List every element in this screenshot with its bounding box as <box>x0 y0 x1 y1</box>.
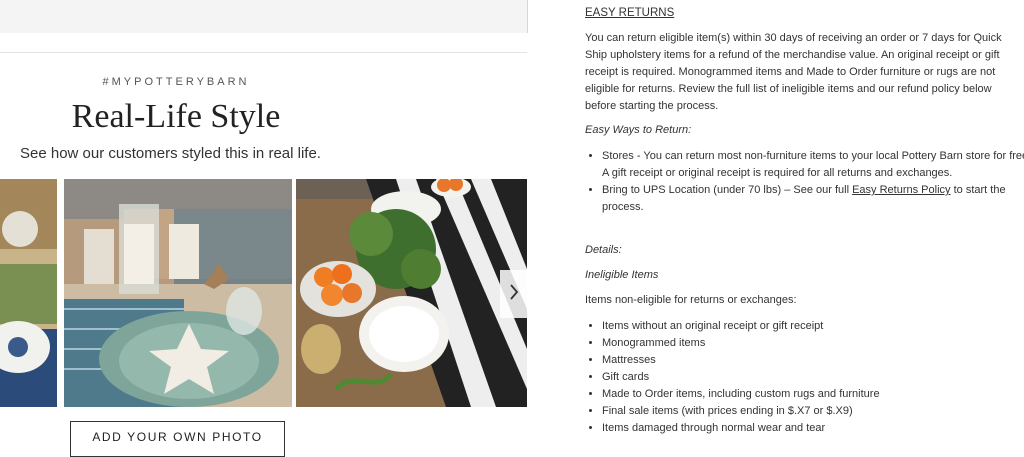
easy-returns-policy-link[interactable]: Easy Returns Policy <box>852 184 950 196</box>
list-item: Made to Order items, including custom ru… <box>602 386 1024 403</box>
carousel-next-button[interactable] <box>500 270 527 318</box>
details-heading: Details: <box>585 244 622 256</box>
list-item: Items damaged through normal wear and te… <box>602 420 1024 437</box>
gallery-title: Real-Life Style <box>71 98 281 135</box>
top-gray-panel <box>0 0 528 33</box>
ineligible-items-intro: Items non-eligible for returns or exchan… <box>585 294 797 306</box>
returns-intro: You can return eligible item(s) within 3… <box>585 32 1002 112</box>
easy-ways-list: Stores - You can return most non-furnitu… <box>585 148 1024 216</box>
ineligible-items-list: Items without an original receipt or gif… <box>585 318 1024 437</box>
easy-returns-heading[interactable]: EASY RETURNS <box>585 5 674 22</box>
ineligible-items-heading: Ineligible Items <box>585 269 659 281</box>
easy-ways-heading: Easy Ways to Return: <box>585 124 692 136</box>
add-your-own-photo-button[interactable]: ADD YOUR OWN PHOTO <box>70 421 285 457</box>
chevron-right-icon <box>509 283 519 306</box>
list-item: Final sale items (with prices ending in … <box>602 403 1024 420</box>
ups-text-prefix: Bring to UPS Location (under 70 lbs) – S… <box>602 184 853 196</box>
gallery-subtitle: See how our customers styled this in rea… <box>20 145 321 162</box>
list-item: Monogrammed items <box>602 335 1024 352</box>
list-item: Bring to UPS Location (under 70 lbs) – S… <box>602 182 1024 216</box>
photo-carousel <box>0 179 527 407</box>
customer-photo-1[interactable] <box>0 179 57 407</box>
section-divider <box>0 52 527 53</box>
gallery-hashtag: #MYPOTTERYBARN <box>102 76 250 88</box>
customer-photo-3[interactable] <box>296 179 527 407</box>
customer-photo-2[interactable] <box>64 179 292 407</box>
list-item: Stores - You can return most non-furnitu… <box>602 148 1024 182</box>
list-item: Gift cards <box>602 369 1024 386</box>
list-item: Items without an original receipt or gif… <box>602 318 1024 335</box>
list-item: Mattresses <box>602 352 1024 369</box>
